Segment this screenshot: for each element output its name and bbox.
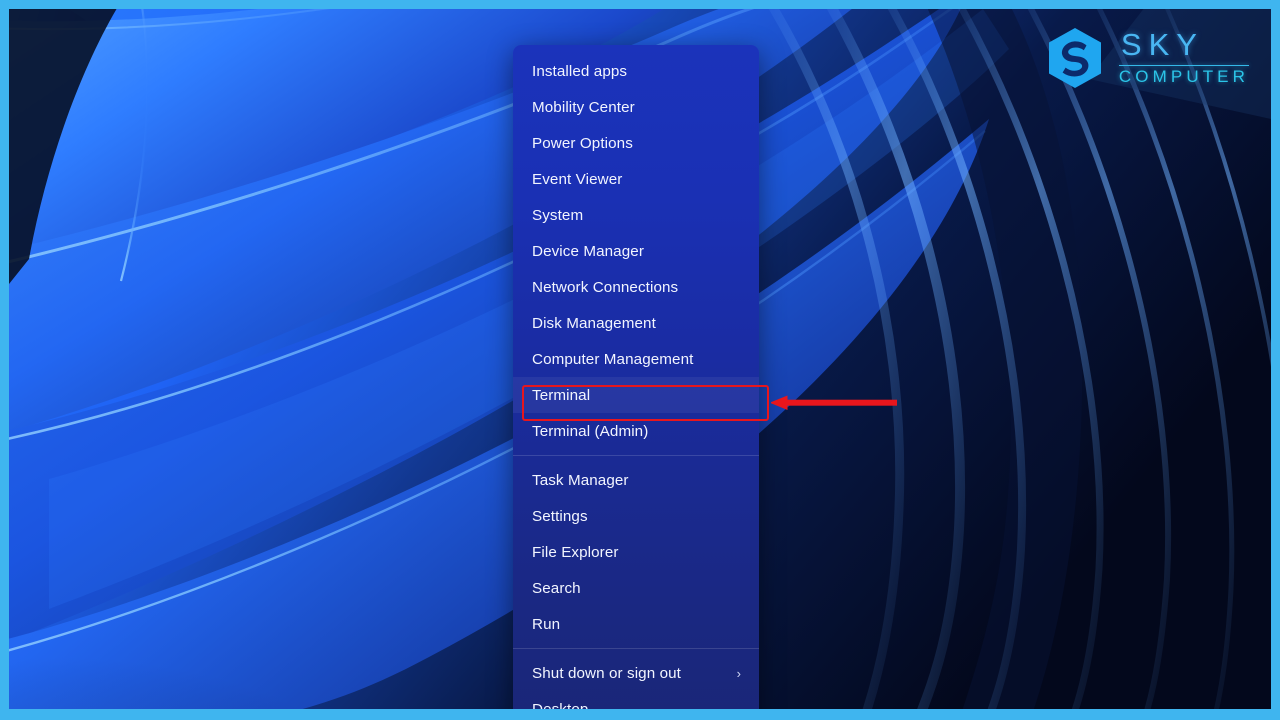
menu-separator [513,455,759,456]
menu-item-mobility-center[interactable]: Mobility Center [513,89,759,125]
menu-item-system[interactable]: System [513,197,759,233]
win-x-context-menu[interactable]: Installed apps Mobility Center Power Opt… [513,45,759,709]
logo-name-primary: SKY [1120,27,1204,63]
menu-item-terminal[interactable]: Terminal [513,377,759,413]
menu-item-device-manager[interactable]: Device Manager [513,233,759,269]
menu-item-label: Terminal (Admin) [532,422,649,440]
sky-computer-logo: SKY COMPUTER [1045,27,1249,89]
menu-item-installed-apps[interactable]: Installed apps [513,53,759,89]
desktop-screen: SKY COMPUTER Installed apps Mobility Cen… [9,9,1271,709]
menu-item-label: Power Options [532,134,633,152]
menu-item-label: Task Manager [532,471,629,489]
menu-item-disk-management[interactable]: Disk Management [513,305,759,341]
logo-name-secondary: COMPUTER [1118,67,1249,87]
menu-item-label: Mobility Center [532,98,635,116]
menu-group-session: Shut down or sign out › Desktop [513,653,759,710]
menu-item-label: Desktop [532,700,589,710]
logo-wordmark: SKY COMPUTER [1118,27,1249,87]
menu-separator [513,648,759,649]
menu-item-power-options[interactable]: Power Options [513,125,759,161]
logo-divider-rule [1118,64,1249,67]
menu-item-terminal-admin[interactable]: Terminal (Admin) [513,413,759,449]
menu-item-computer-management[interactable]: Computer Management [513,341,759,377]
screenshot-frame: SKY COMPUTER Installed apps Mobility Cen… [0,0,1280,720]
menu-item-label: System [532,206,584,224]
menu-item-settings[interactable]: Settings [513,498,759,534]
annotation-arrow-icon [771,395,897,410]
menu-item-label: Computer Management [532,350,694,368]
menu-item-label: Event Viewer [532,170,623,188]
menu-item-search[interactable]: Search [513,570,759,606]
menu-item-label: Terminal [532,386,591,404]
menu-item-label: Search [532,579,581,597]
menu-item-label: Network Connections [532,278,679,296]
menu-item-label: Settings [532,507,588,525]
sky-hexagon-s-icon [1048,28,1101,88]
menu-item-task-manager[interactable]: Task Manager [513,462,759,498]
menu-group-apps: Task Manager Settings File Explorer Sear… [513,460,759,644]
menu-item-network-connections[interactable]: Network Connections [513,269,759,305]
menu-item-run[interactable]: Run [513,606,759,642]
menu-item-label: Disk Management [532,314,656,332]
menu-item-label: Device Manager [532,242,644,260]
menu-item-file-explorer[interactable]: File Explorer [513,534,759,570]
menu-item-event-viewer[interactable]: Event Viewer [513,161,759,197]
menu-item-label: File Explorer [532,543,619,561]
menu-item-label: Run [532,615,561,633]
chevron-right-icon: › [736,665,741,681]
menu-group-system-tools: Installed apps Mobility Center Power Opt… [513,51,759,451]
menu-item-label: Shut down or sign out [532,664,682,682]
menu-item-shut-down-or-sign-out[interactable]: Shut down or sign out › [513,655,759,691]
menu-item-desktop[interactable]: Desktop [513,691,759,710]
menu-item-label: Installed apps [532,62,628,80]
